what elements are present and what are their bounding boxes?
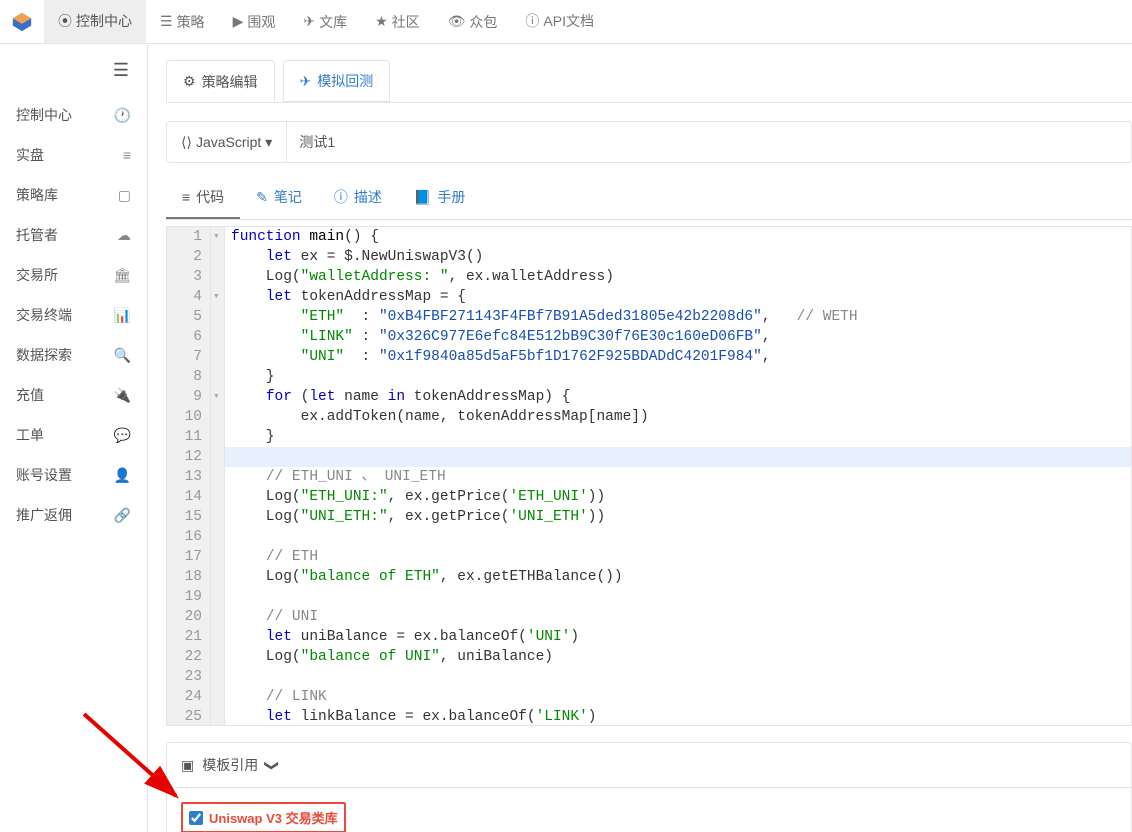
sidebar-item-7[interactable]: 充值🔌 — [8, 375, 139, 415]
tabbar: ⚙策略编辑✈模拟回测 — [166, 60, 1132, 103]
inner-tab-1[interactable]: ✎笔记 — [240, 177, 318, 219]
code-line[interactable]: 18 Log("balance of ETH", ex.getETHBalanc… — [167, 567, 1131, 587]
tab-1[interactable]: ✈模拟回测 — [283, 60, 391, 102]
inner-tab-icon: ⓘ — [334, 187, 348, 207]
sidebar-icon: 🕐 — [114, 107, 131, 124]
sidebar: ☰ 控制中心🕐实盘≡策略库▢托管者☁交易所🏛交易终端📊数据探索🔍充值🔌工单💬账号… — [0, 44, 148, 832]
topbar: ⦿控制中心☰策略▶围观✈文库★社区👁众包ⓘAPI文档 — [0, 0, 1132, 44]
code-line[interactable]: 10 ex.addToken(name, tokenAddressMap[nam… — [167, 407, 1131, 427]
code-line[interactable]: 23 — [167, 667, 1131, 687]
chevron-down-icon: ❯ — [264, 759, 281, 771]
sidebar-item-5[interactable]: 交易终端📊 — [8, 295, 139, 335]
sidebar-toggle[interactable]: ☰ — [8, 54, 139, 95]
sidebar-item-8[interactable]: 工单💬 — [8, 415, 139, 455]
inner-tab-2[interactable]: ⓘ描述 — [318, 177, 398, 219]
tab-icon: ⚙ — [183, 73, 196, 90]
topnav-item-6[interactable]: ⓘAPI文档 — [511, 0, 608, 43]
template-item-uniswap[interactable]: Uniswap V3 交易类库 — [181, 802, 346, 832]
template-section-header[interactable]: ▣ 模板引用 ❯ — [166, 742, 1132, 788]
code-line[interactable]: 14 Log("ETH_UNI:", ex.getPrice('ETH_UNI'… — [167, 487, 1131, 507]
code-line[interactable]: 11 } — [167, 427, 1131, 447]
code-line[interactable]: 22 Log("balance of UNI", uniBalance) — [167, 647, 1131, 667]
inner-tab-icon: ✎ — [256, 189, 268, 206]
lang-select[interactable]: ⟨⟩ JavaScript ▾ — [167, 122, 287, 162]
main: ⚙策略编辑✈模拟回测 ⟨⟩ JavaScript ▾ 测试1 ≡代码✎笔记ⓘ描述… — [148, 44, 1132, 832]
inner-tab-3[interactable]: 📘手册 — [398, 177, 481, 219]
nav-icon: ✈ — [303, 13, 315, 30]
nav-icon: ★ — [375, 13, 388, 30]
code-line[interactable]: 4▾ let tokenAddressMap = { — [167, 287, 1131, 307]
code-line[interactable]: 3 Log("walletAddress: ", ex.walletAddres… — [167, 267, 1131, 287]
sidebar-item-10[interactable]: 推广返佣🔗 — [8, 495, 139, 535]
code-line[interactable]: 9▾ for (let name in tokenAddressMap) { — [167, 387, 1131, 407]
code-line[interactable]: 20 // UNI — [167, 607, 1131, 627]
nav-icon: 👁 — [448, 13, 466, 30]
code-icon: ⟨⟩ — [181, 134, 192, 151]
sidebar-icon: 🔗 — [114, 507, 131, 524]
topnav-item-3[interactable]: ✈文库 — [289, 0, 361, 44]
topnav-item-2[interactable]: ▶围观 — [219, 0, 290, 44]
code-line[interactable]: 8 } — [167, 367, 1131, 387]
topnav-item-1[interactable]: ☰策略 — [146, 0, 219, 44]
nav-icon: ☰ — [160, 13, 173, 30]
sidebar-item-9[interactable]: 账号设置👤 — [8, 455, 139, 495]
layer-icon: ▣ — [181, 757, 194, 774]
sidebar-icon: 💬 — [114, 427, 131, 444]
topnav-item-0[interactable]: ⦿控制中心 — [44, 0, 146, 43]
sidebar-icon: 🔌 — [114, 387, 131, 404]
code-line[interactable]: 6 "LINK" : "0x326C977E6efc84E512bB9C30f7… — [167, 327, 1131, 347]
nav-icon: ⓘ — [525, 11, 539, 31]
sidebar-item-1[interactable]: 实盘≡ — [8, 135, 139, 175]
sidebar-icon: 📊 — [114, 307, 131, 324]
logo[interactable] — [0, 0, 44, 44]
inner-tab-icon: 📘 — [414, 189, 431, 206]
inner-tab-icon: ≡ — [182, 189, 190, 205]
code-line[interactable]: 17 // ETH — [167, 547, 1131, 567]
template-checkbox[interactable] — [189, 811, 203, 825]
sidebar-item-3[interactable]: 托管者☁ — [8, 215, 139, 255]
strategy-title[interactable]: 测试1 — [287, 122, 1131, 162]
inner-tabs: ≡代码✎笔记ⓘ描述📘手册 — [166, 177, 1132, 220]
code-editor[interactable]: 1▾function main() {2 let ex = $.NewUnisw… — [166, 226, 1132, 726]
nav-icon: ⦿ — [58, 11, 72, 31]
sidebar-icon: ▢ — [118, 187, 131, 204]
template-item-label: Uniswap V3 交易类库 — [209, 808, 338, 827]
code-line[interactable]: 7 "UNI" : "0x1f9840a85d5aF5bf1D1762F925B… — [167, 347, 1131, 367]
code-line[interactable]: 5 "ETH" : "0xB4FBF271143F4FBf7B91A5ded31… — [167, 307, 1131, 327]
code-line[interactable]: 16 — [167, 527, 1131, 547]
code-line[interactable]: 19 — [167, 587, 1131, 607]
code-line[interactable]: 15 Log("UNI_ETH:", ex.getPrice('UNI_ETH'… — [167, 507, 1131, 527]
code-line[interactable]: 13 // ETH_UNI 、 UNI_ETH — [167, 467, 1131, 487]
sidebar-icon: ☁ — [117, 227, 131, 244]
code-line[interactable]: 2 let ex = $.NewUniswapV3() — [167, 247, 1131, 267]
sidebar-icon: ≡ — [123, 147, 131, 163]
template-header-label: 模板引用 — [202, 755, 258, 775]
code-line[interactable]: 25 let linkBalance = ex.balanceOf('LINK'… — [167, 707, 1131, 726]
sidebar-item-2[interactable]: 策略库▢ — [8, 175, 139, 215]
code-line[interactable]: 12 — [167, 447, 1131, 467]
sidebar-item-0[interactable]: 控制中心🕐 — [8, 95, 139, 135]
nav-icon: ▶ — [233, 13, 244, 30]
inner-tab-0[interactable]: ≡代码 — [166, 177, 240, 219]
tab-0[interactable]: ⚙策略编辑 — [166, 60, 275, 102]
sidebar-icon: 👤 — [114, 467, 131, 484]
topnav-item-5[interactable]: 👁众包 — [434, 0, 512, 44]
code-line[interactable]: 1▾function main() { — [167, 227, 1131, 247]
topnav-item-4[interactable]: ★社区 — [361, 0, 434, 44]
code-line[interactable]: 21 let uniBalance = ex.balanceOf('UNI') — [167, 627, 1131, 647]
sidebar-icon: 🔍 — [114, 347, 131, 364]
sidebar-item-6[interactable]: 数据探索🔍 — [8, 335, 139, 375]
tab-icon: ✈ — [300, 73, 312, 90]
lang-label: JavaScript — [196, 134, 261, 150]
code-line[interactable]: 24 // LINK — [167, 687, 1131, 707]
template-section-body: Uniswap V3 交易类库 — [166, 788, 1132, 832]
sidebar-icon: 🏛 — [113, 267, 131, 284]
caret-down-icon: ▾ — [265, 134, 272, 151]
toolbar: ⟨⟩ JavaScript ▾ 测试1 — [166, 121, 1132, 163]
sidebar-item-4[interactable]: 交易所🏛 — [8, 255, 139, 295]
